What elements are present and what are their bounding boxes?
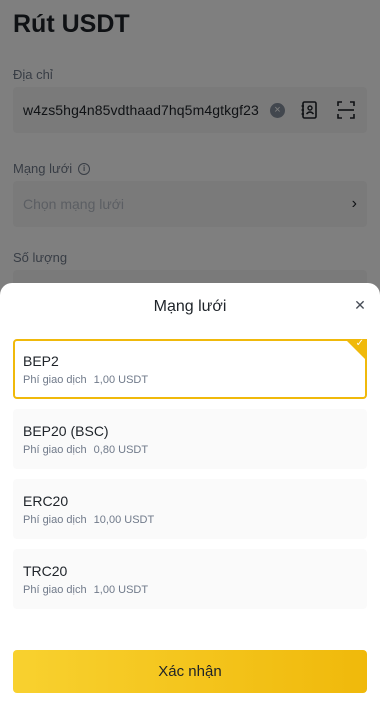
close-icon[interactable]: ✕ (353, 298, 367, 312)
network-option-bep2[interactable]: BEP2 Phí giao dịch 1,00 USDT ✓ (13, 338, 367, 399)
network-name: BEP20 (BSC) (23, 423, 109, 439)
network-fee: Phí giao dịch 0,80 USDT (23, 444, 357, 456)
network-option-trc20[interactable]: TRC20 Phí giao dịch 1,00 USDT (13, 549, 367, 609)
check-icon: ✓ (355, 338, 364, 349)
network-name: TRC20 (23, 563, 68, 579)
network-sheet: Mạng lưới ✕ BEP2 Phí giao dịch 1,00 USDT… (0, 283, 380, 702)
fee-label: Phí giao dịch (23, 584, 87, 596)
fee-label: Phí giao dịch (23, 444, 87, 456)
network-fee: Phí giao dịch 1,00 USDT (23, 374, 357, 386)
network-name: BEP2 (23, 353, 59, 369)
fee-value: 1,00 USDT (93, 374, 149, 386)
network-name: ERC20 (23, 493, 69, 509)
fee-label: Phí giao dịch (23, 374, 87, 386)
fee-value: 0,80 USDT (93, 444, 149, 456)
network-fee: Phí giao dịch 10,00 USDT (23, 514, 357, 526)
fee-value: 1,00 USDT (93, 584, 149, 596)
network-option-erc20[interactable]: ERC20 Phí giao dịch 10,00 USDT (13, 479, 367, 539)
fee-value: 10,00 USDT (93, 514, 155, 526)
sheet-title: Mạng lưới (153, 298, 227, 315)
network-fee: Phí giao dịch 1,00 USDT (23, 584, 357, 596)
network-option-bep20[interactable]: BEP20 (BSC) Phí giao dịch 0,80 USDT (13, 409, 367, 469)
fee-label: Phí giao dịch (23, 514, 87, 526)
confirm-button[interactable]: Xác nhận (13, 650, 367, 693)
